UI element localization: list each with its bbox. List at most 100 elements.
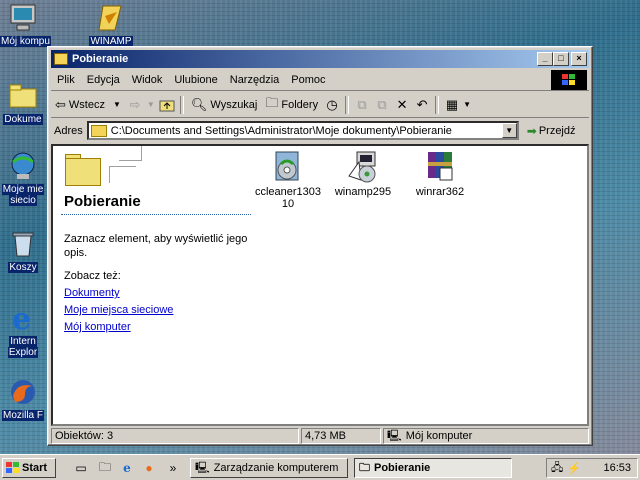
views-button[interactable]: ▦	[442, 95, 462, 115]
undo-icon: ↶	[416, 96, 428, 112]
status-location-label: Mój komputer	[405, 430, 473, 442]
desktop-icon-label: Moje mie	[1, 184, 45, 195]
desktop-icon-winamp[interactable]: WINAMP	[88, 2, 134, 47]
desktop-icon-label-line2: Explor	[7, 347, 39, 358]
pane-title: Pobieranie	[64, 193, 141, 210]
go-arrow-icon: ➡	[526, 123, 537, 138]
link-my-computer[interactable]: Mój komputer	[64, 321, 131, 333]
file-name: ccleaner130310	[254, 186, 322, 210]
svg-text:e: e	[12, 302, 31, 334]
history-button[interactable]: ◷	[322, 95, 342, 115]
desktop-icon-network[interactable]: Moje mie siecio	[0, 150, 46, 206]
my-computer-icon: 🖳	[387, 430, 402, 442]
views-dropdown-icon[interactable]: ▼	[462, 95, 472, 115]
quicklaunch-folder-icon[interactable]: 🗀	[96, 459, 114, 477]
address-dropdown-icon[interactable]: ▼	[501, 123, 517, 138]
file-item-winrar[interactable]: winrar362	[405, 146, 475, 198]
move-to-icon: ⧉	[357, 96, 367, 112]
windows-flag-icon	[6, 462, 20, 474]
decorative-frame	[109, 166, 136, 183]
my-computer-icon	[7, 2, 39, 34]
minimize-button[interactable]: _	[537, 52, 553, 66]
folder-icon	[90, 124, 107, 137]
menu-edit[interactable]: Edycja	[81, 74, 126, 86]
desktop-icon-label-line2: siecio	[9, 195, 37, 206]
back-button[interactable]: ⇦ Wstecz ▼	[51, 94, 125, 116]
folders-label: Foldery	[281, 98, 319, 111]
back-dropdown-icon[interactable]: ▼	[113, 100, 121, 109]
pane-description: Zaznacz element, aby wyświetlić jego opi…	[64, 233, 248, 259]
search-icon: 🔍︎	[190, 96, 208, 112]
menu-favorites[interactable]: Ulubione	[168, 74, 223, 86]
menu-help[interactable]: Pomoc	[285, 74, 331, 86]
status-object-count: Obiektów: 3	[51, 428, 299, 444]
folder-view: Pobieranie Zaznacz element, aby wyświetl…	[51, 144, 589, 426]
up-folder-icon	[159, 100, 175, 111]
desktop-icon-internet-explorer[interactable]: e Intern Explor	[0, 302, 46, 358]
back-arrow-icon: ⇦	[55, 96, 66, 112]
network-tray-icon[interactable]: 🖧	[551, 459, 563, 478]
link-network-places[interactable]: Moje miejsca sieciowe	[64, 304, 173, 316]
desktop-icon-documents[interactable]: Dokume	[0, 80, 46, 125]
status-location: 🖳 Mój komputer	[383, 428, 589, 444]
menu-view[interactable]: Widok	[126, 74, 169, 86]
folders-icon: 🗀	[265, 94, 279, 110]
copy-to-button[interactable]: ⧉	[372, 95, 392, 115]
folder-icon: 🗀	[359, 461, 370, 474]
desktop-icon-firefox[interactable]: Mozilla F	[0, 376, 46, 421]
task-button-pobieranie[interactable]: 🗀 Pobieranie	[354, 458, 512, 478]
winamp-tray-icon[interactable]: ⚡	[567, 462, 581, 475]
desktop-icon-label: Mój kompu	[0, 36, 51, 47]
quicklaunch-firefox-icon[interactable]: ●	[140, 459, 158, 477]
toolbar-separator	[435, 95, 440, 114]
file-item-ccleaner[interactable]: ccleaner130310	[253, 146, 323, 210]
title-bar[interactable]: Pobieranie _ □ ×	[51, 50, 589, 68]
desktop-icon-label: Koszy	[8, 262, 38, 273]
desktop-icon-recycle-bin[interactable]: Koszy	[0, 228, 46, 273]
move-to-button[interactable]: ⧉	[352, 95, 372, 115]
my-documents-icon	[7, 80, 39, 112]
status-bar: Obiektów: 3 4,73 MB 🖳 Mój komputer	[51, 428, 589, 444]
file-name: winrar362	[415, 186, 465, 198]
history-icon: ◷	[326, 96, 338, 112]
menu-tools[interactable]: Narzędzia	[224, 74, 286, 86]
undo-button[interactable]: ↶	[412, 95, 432, 115]
firefox-icon	[7, 376, 39, 408]
maximize-button[interactable]: □	[553, 52, 569, 66]
desktop-icon-label: Dokume	[3, 114, 43, 125]
forward-button[interactable]: ⇨	[125, 95, 145, 115]
desktop-icon-label: Intern	[9, 336, 37, 347]
quicklaunch-desktop-icon[interactable]: ▭	[72, 459, 90, 477]
back-label: Wstecz	[68, 98, 105, 111]
network-places-icon	[7, 150, 39, 182]
delete-button[interactable]: ✕	[392, 95, 412, 115]
folders-button[interactable]: 🗀 Foldery	[261, 94, 322, 116]
file-item-winamp[interactable]: winamp295	[328, 146, 398, 198]
up-folder-button[interactable]	[157, 95, 177, 115]
search-button[interactable]: 🔍︎ Wyszukaj	[187, 94, 261, 116]
menu-bar: Plik Edycja Widok Ulubione Narzędzia Pom…	[51, 69, 589, 91]
go-button[interactable]: ➡ Przejdź	[527, 124, 576, 138]
clock[interactable]: 16:53	[603, 462, 631, 474]
link-documents[interactable]: Dokumenty	[64, 287, 120, 299]
pane-divider	[61, 214, 251, 216]
winrar-installer-icon	[424, 150, 456, 184]
task-button-computer-management[interactable]: 🖳 Zarządzanie komputerem	[190, 458, 348, 478]
winamp-shortcut-icon	[95, 2, 127, 34]
forward-dropdown-icon[interactable]: ▼	[145, 95, 157, 115]
menu-file[interactable]: Plik	[51, 74, 81, 86]
explorer-window: Pobieranie _ □ × Plik Edycja Widok Ulubi…	[47, 46, 593, 446]
quicklaunch-ie-icon[interactable]: e	[118, 459, 136, 477]
address-input[interactable]: C:\Documents and Settings\Administrator\…	[86, 121, 519, 140]
computer-management-icon: 🖳	[195, 461, 210, 474]
desktop-icon-label: Mozilla F	[1, 410, 44, 421]
start-button[interactable]: Start	[2, 458, 56, 478]
desktop-icon-my-computer[interactable]: Mój kompu	[0, 2, 51, 47]
quicklaunch-more-button[interactable]: »	[164, 459, 182, 477]
decorative-frame	[119, 146, 142, 161]
task-label: Pobieranie	[374, 462, 431, 474]
windows-logo	[551, 70, 587, 90]
close-button[interactable]: ×	[571, 52, 587, 66]
windows-flag-icon	[562, 74, 576, 86]
window-title: Pobieranie	[72, 53, 129, 65]
